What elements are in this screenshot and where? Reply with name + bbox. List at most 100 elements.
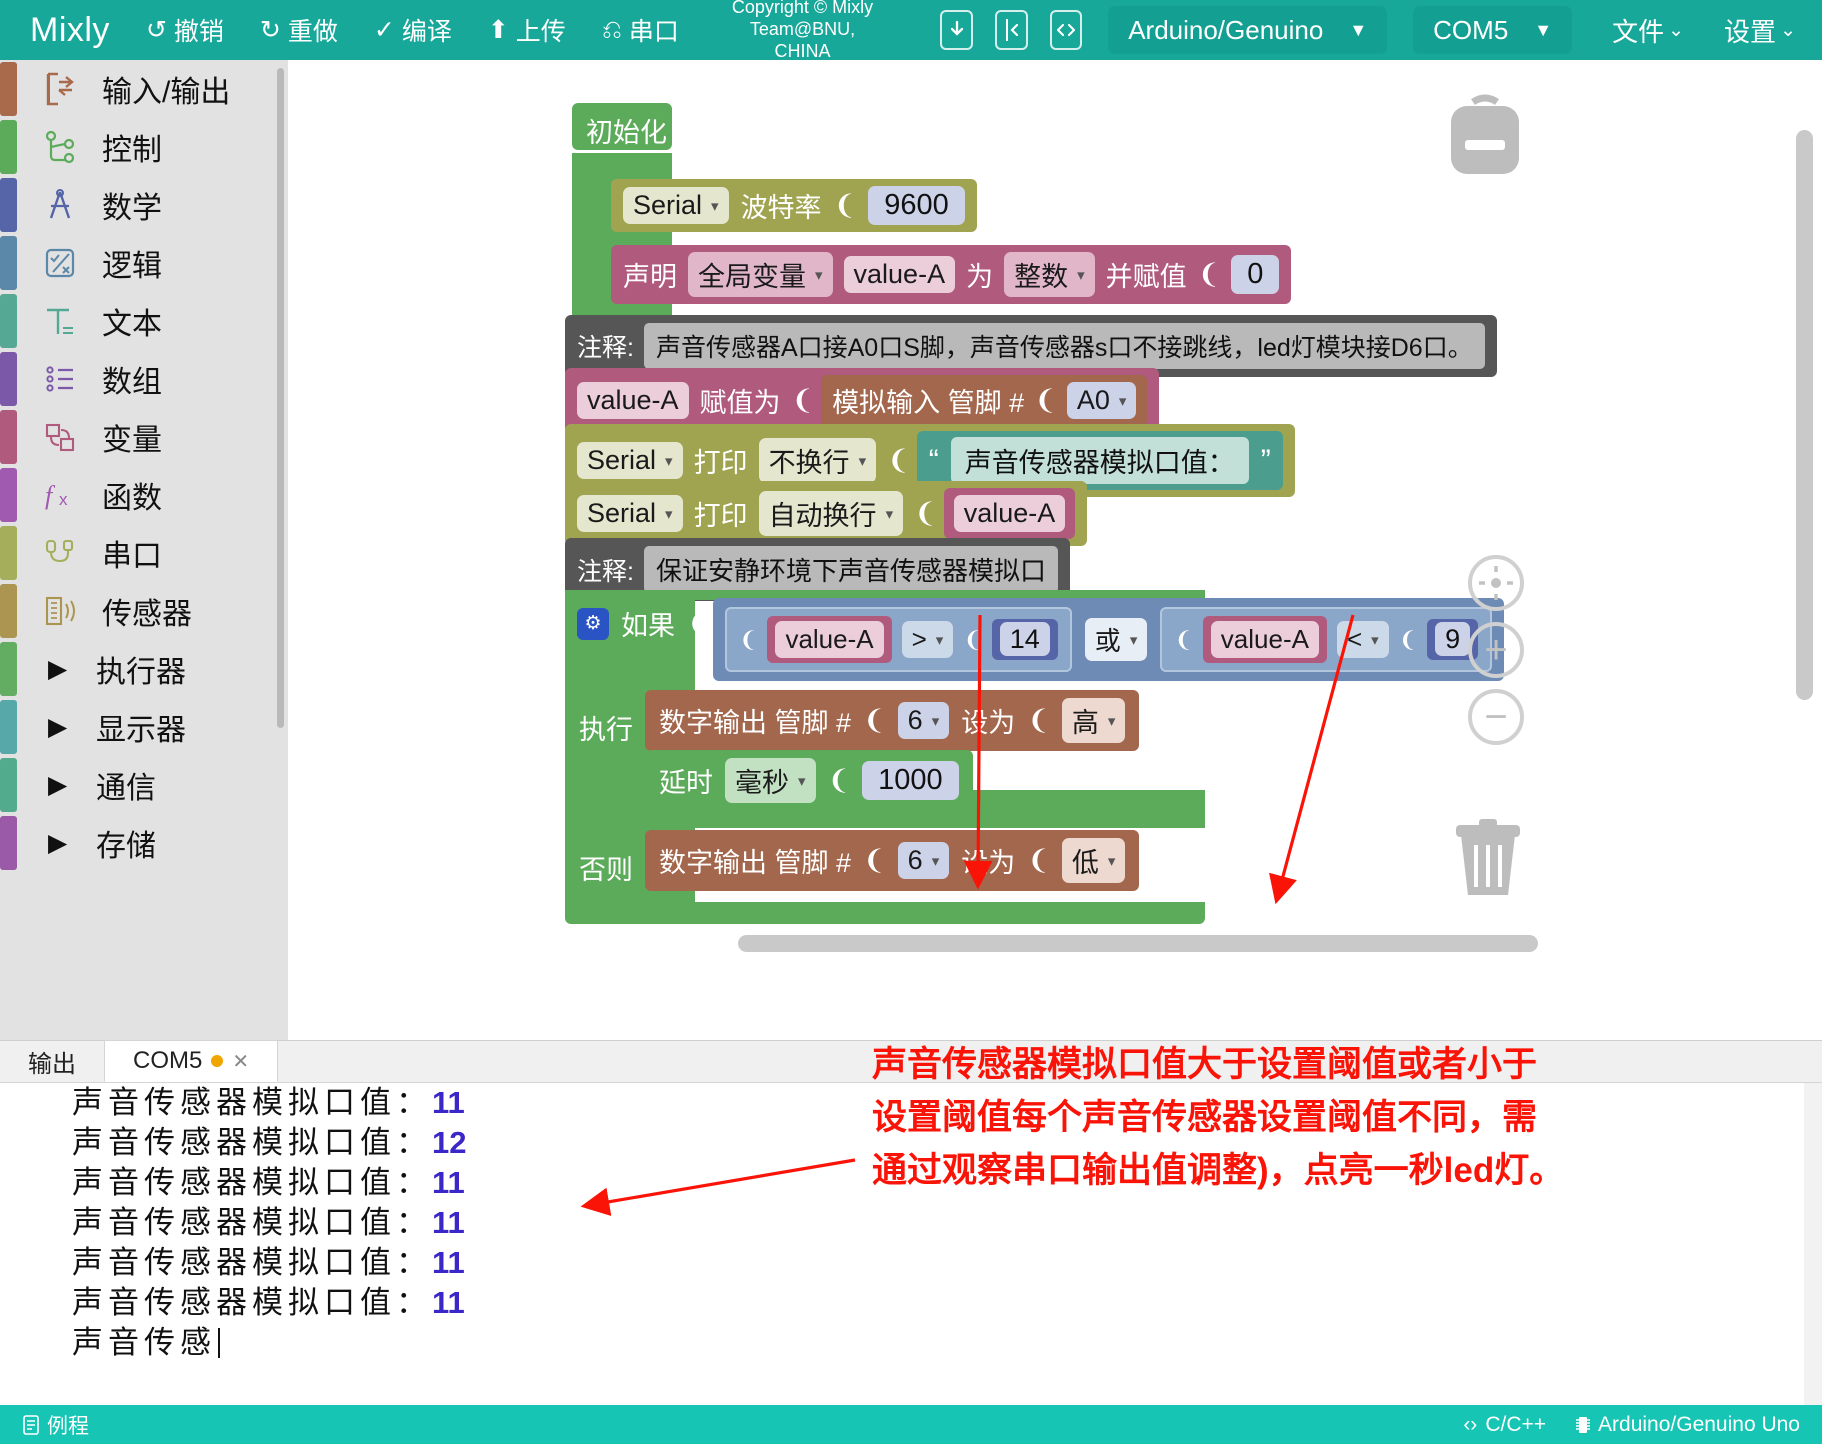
input-notch: ❨ xyxy=(914,498,937,529)
close-icon[interactable]: ✕ xyxy=(232,1049,249,1074)
redo-icon: ↻ xyxy=(260,18,281,43)
variable-get-block[interactable]: value-A xyxy=(944,488,1076,539)
comment-text-field[interactable]: 保证安静环境下声音传感器模拟口 xyxy=(644,546,1058,593)
digital-write-block-low[interactable]: 数字输出 管脚 # ❨ 6 ▾ 设为 ❨ 低 ▾ xyxy=(645,830,1139,891)
save-button[interactable] xyxy=(940,10,973,50)
serial-object-dropdown[interactable]: Serial ▾ xyxy=(577,495,683,532)
newline-mode-dropdown[interactable]: 不换行 ▾ xyxy=(759,438,877,483)
serial-object-dropdown[interactable]: Serial ▾ xyxy=(623,187,729,224)
center-canvas-button[interactable] xyxy=(1468,555,1524,611)
sidebar-item-communication[interactable]: ▶ 通信 xyxy=(0,756,288,814)
console-line-value: 11 xyxy=(432,1285,465,1320)
gear-icon[interactable]: ⚙ xyxy=(577,608,609,640)
sidebar-item-control[interactable]: 控制 xyxy=(0,118,288,176)
code-view-button[interactable] xyxy=(1050,10,1083,50)
trash-button[interactable] xyxy=(1443,815,1533,904)
blocks-canvas[interactable]: 初始化 Serial ▾ 波特率 ❨ 9600 声明 全局变量 ▾ xyxy=(288,60,1822,1040)
operator-dropdown-left[interactable]: > ▾ xyxy=(902,621,954,658)
sidebar-item-text[interactable]: 文本 xyxy=(0,292,288,350)
sidebar-item-actuator[interactable]: ▶ 执行器 xyxy=(0,640,288,698)
variable-name-field[interactable]: value-A xyxy=(844,256,956,293)
compile-button[interactable]: ✓ 编译 xyxy=(374,12,452,48)
analog-read-block[interactable]: 模拟输入 管脚 # ❨ A0 ▾ xyxy=(821,375,1147,426)
set-word: 设为 xyxy=(961,841,1015,880)
menu-settings[interactable]: 设置 ⌄ xyxy=(1724,12,1796,49)
scope-dropdown[interactable]: 全局变量 ▾ xyxy=(688,252,833,297)
menu-file[interactable]: 文件 ⌄ xyxy=(1612,12,1684,49)
state-dropdown[interactable]: 低 ▾ xyxy=(1062,838,1126,883)
annotation-line-3: 通过观察串口输出值调整)，点亮一秒led灯。 xyxy=(872,1144,1702,1197)
sidebar-item-math[interactable]: 数学 xyxy=(0,176,288,234)
check-icon: ✓ xyxy=(374,18,395,43)
pin-dropdown[interactable]: 6 ▾ xyxy=(898,702,950,739)
sidebar-item-sensor[interactable]: 传感器 xyxy=(0,582,288,640)
logic-or-block[interactable]: ❨ value-A > ▾ ❨ 14 或 ▾ xyxy=(713,598,1504,681)
zoom-in-button[interactable]: + xyxy=(1468,622,1524,678)
sidebar-item-array[interactable]: 数组 xyxy=(0,350,288,408)
variable-get-block[interactable]: value-A xyxy=(1203,616,1327,663)
sidebar-scrollbar[interactable] xyxy=(277,68,284,728)
panel-toggle-button[interactable] xyxy=(995,10,1028,50)
tab-output[interactable]: 输出 xyxy=(0,1040,104,1082)
baud-value[interactable]: 9600 xyxy=(868,186,965,225)
tab-com5[interactable]: COM5 ✕ xyxy=(104,1040,278,1082)
number-value-field: 14 xyxy=(1000,622,1050,656)
assign-target-field[interactable]: value-A xyxy=(577,382,689,419)
string-value-field[interactable]: 声音传感器模拟口值： xyxy=(951,437,1249,484)
as-word: 为 xyxy=(966,255,993,294)
input-notch: ❨ xyxy=(863,705,886,736)
canvas-horizontal-scrollbar[interactable] xyxy=(738,935,1538,952)
operator-dropdown-right[interactable]: < ▾ xyxy=(1337,621,1389,658)
sensor-icon xyxy=(36,590,84,632)
compare-block-left[interactable]: ❨ value-A > ▾ ❨ 14 xyxy=(725,607,1072,672)
sidebar-item-label: 传感器 xyxy=(102,589,192,633)
port-select[interactable]: COM5 ▼ xyxy=(1413,6,1572,54)
sidebar-item-storage[interactable]: ▶ 存储 xyxy=(0,814,288,872)
number-block-left[interactable]: 14 xyxy=(992,619,1058,660)
trash-icon xyxy=(1443,815,1533,899)
comment-text-field[interactable]: 声音传感器A口接A0口S脚，声音传感器s口不接跳线，led灯模块接D6口。 xyxy=(644,323,1485,369)
sidebar-item-serial[interactable]: 串口 xyxy=(0,524,288,582)
sidebar-item-variable[interactable]: 变量 xyxy=(0,408,288,466)
zoom-out-button[interactable]: − xyxy=(1468,689,1524,745)
delay-unit-dropdown[interactable]: 毫秒 ▾ xyxy=(725,758,816,803)
board-select-value: Arduino/Genuino xyxy=(1128,15,1323,46)
state-dropdown[interactable]: 高 ▾ xyxy=(1062,698,1126,743)
type-dropdown[interactable]: 整数 ▾ xyxy=(1004,252,1095,297)
initial-value[interactable]: 0 xyxy=(1231,255,1279,294)
compare-block-right[interactable]: ❨ value-A < ▾ ❨ 9 xyxy=(1160,607,1492,672)
undo-button[interactable]: ↺ 撤销 xyxy=(146,12,224,48)
newline-mode-dropdown[interactable]: 自动换行 ▾ xyxy=(759,491,904,536)
sidebar-item-io[interactable]: 输入/输出 xyxy=(0,60,288,118)
logic-join-dropdown[interactable]: 或 ▾ xyxy=(1085,618,1148,661)
example-button[interactable]: 例程 xyxy=(22,1410,89,1440)
sidebar-item-logic[interactable]: 逻辑 xyxy=(0,234,288,292)
canvas-vertical-scrollbar[interactable] xyxy=(1796,130,1813,700)
sidebar-item-label: 数学 xyxy=(102,183,162,227)
digital-write-block-high[interactable]: 数字输出 管脚 # ❨ 6 ▾ 设为 ❨ 高 ▾ xyxy=(645,690,1139,751)
sidebar-item-function[interactable]: fx 函数 xyxy=(0,466,288,524)
analog-pin-dropdown[interactable]: A0 ▾ xyxy=(1067,382,1137,419)
serial-monitor-button[interactable]: ⎌ 串口 xyxy=(602,12,679,48)
setup-block[interactable]: 初始化 Serial ▾ 波特率 ❨ 9600 声明 全局变量 ▾ xyxy=(572,103,672,150)
console-scrollbar[interactable] xyxy=(1804,1083,1822,1406)
board-select[interactable]: Arduino/Genuino ▼ xyxy=(1108,6,1387,54)
declare-variable-block[interactable]: 声明 全局变量 ▾ value-A 为 整数 ▾ 并赋值 ❨ 0 xyxy=(611,245,1291,304)
redo-button[interactable]: ↻ 重做 xyxy=(260,12,338,48)
backpack-button[interactable] xyxy=(1443,92,1527,185)
serial-print-block-2[interactable]: Serial ▾ 打印 自动换行 ▾ ❨ value-A xyxy=(565,481,1087,546)
delay-value-field[interactable]: 1000 xyxy=(862,761,959,800)
delay-block[interactable]: 延时 毫秒 ▾ ❨ 1000 xyxy=(645,750,973,811)
category-color-stripe xyxy=(0,62,17,116)
else-word: 否则 xyxy=(579,848,633,887)
chevron-down-icon: ▾ xyxy=(1119,392,1127,410)
pin-dropdown[interactable]: 6 ▾ xyxy=(898,842,950,879)
category-color-stripe xyxy=(0,700,17,754)
upload-button[interactable]: ⬆ 上传 xyxy=(488,12,566,48)
serial-object-dropdown[interactable]: Serial ▾ xyxy=(577,442,683,479)
sidebar-item-label: 存储 xyxy=(96,821,156,865)
variable-get-block[interactable]: value-A xyxy=(767,616,891,663)
save-icon xyxy=(947,17,967,43)
sidebar-item-display[interactable]: ▶ 显示器 xyxy=(0,698,288,756)
serial-baud-block[interactable]: Serial ▾ 波特率 ❨ 9600 xyxy=(611,179,977,232)
